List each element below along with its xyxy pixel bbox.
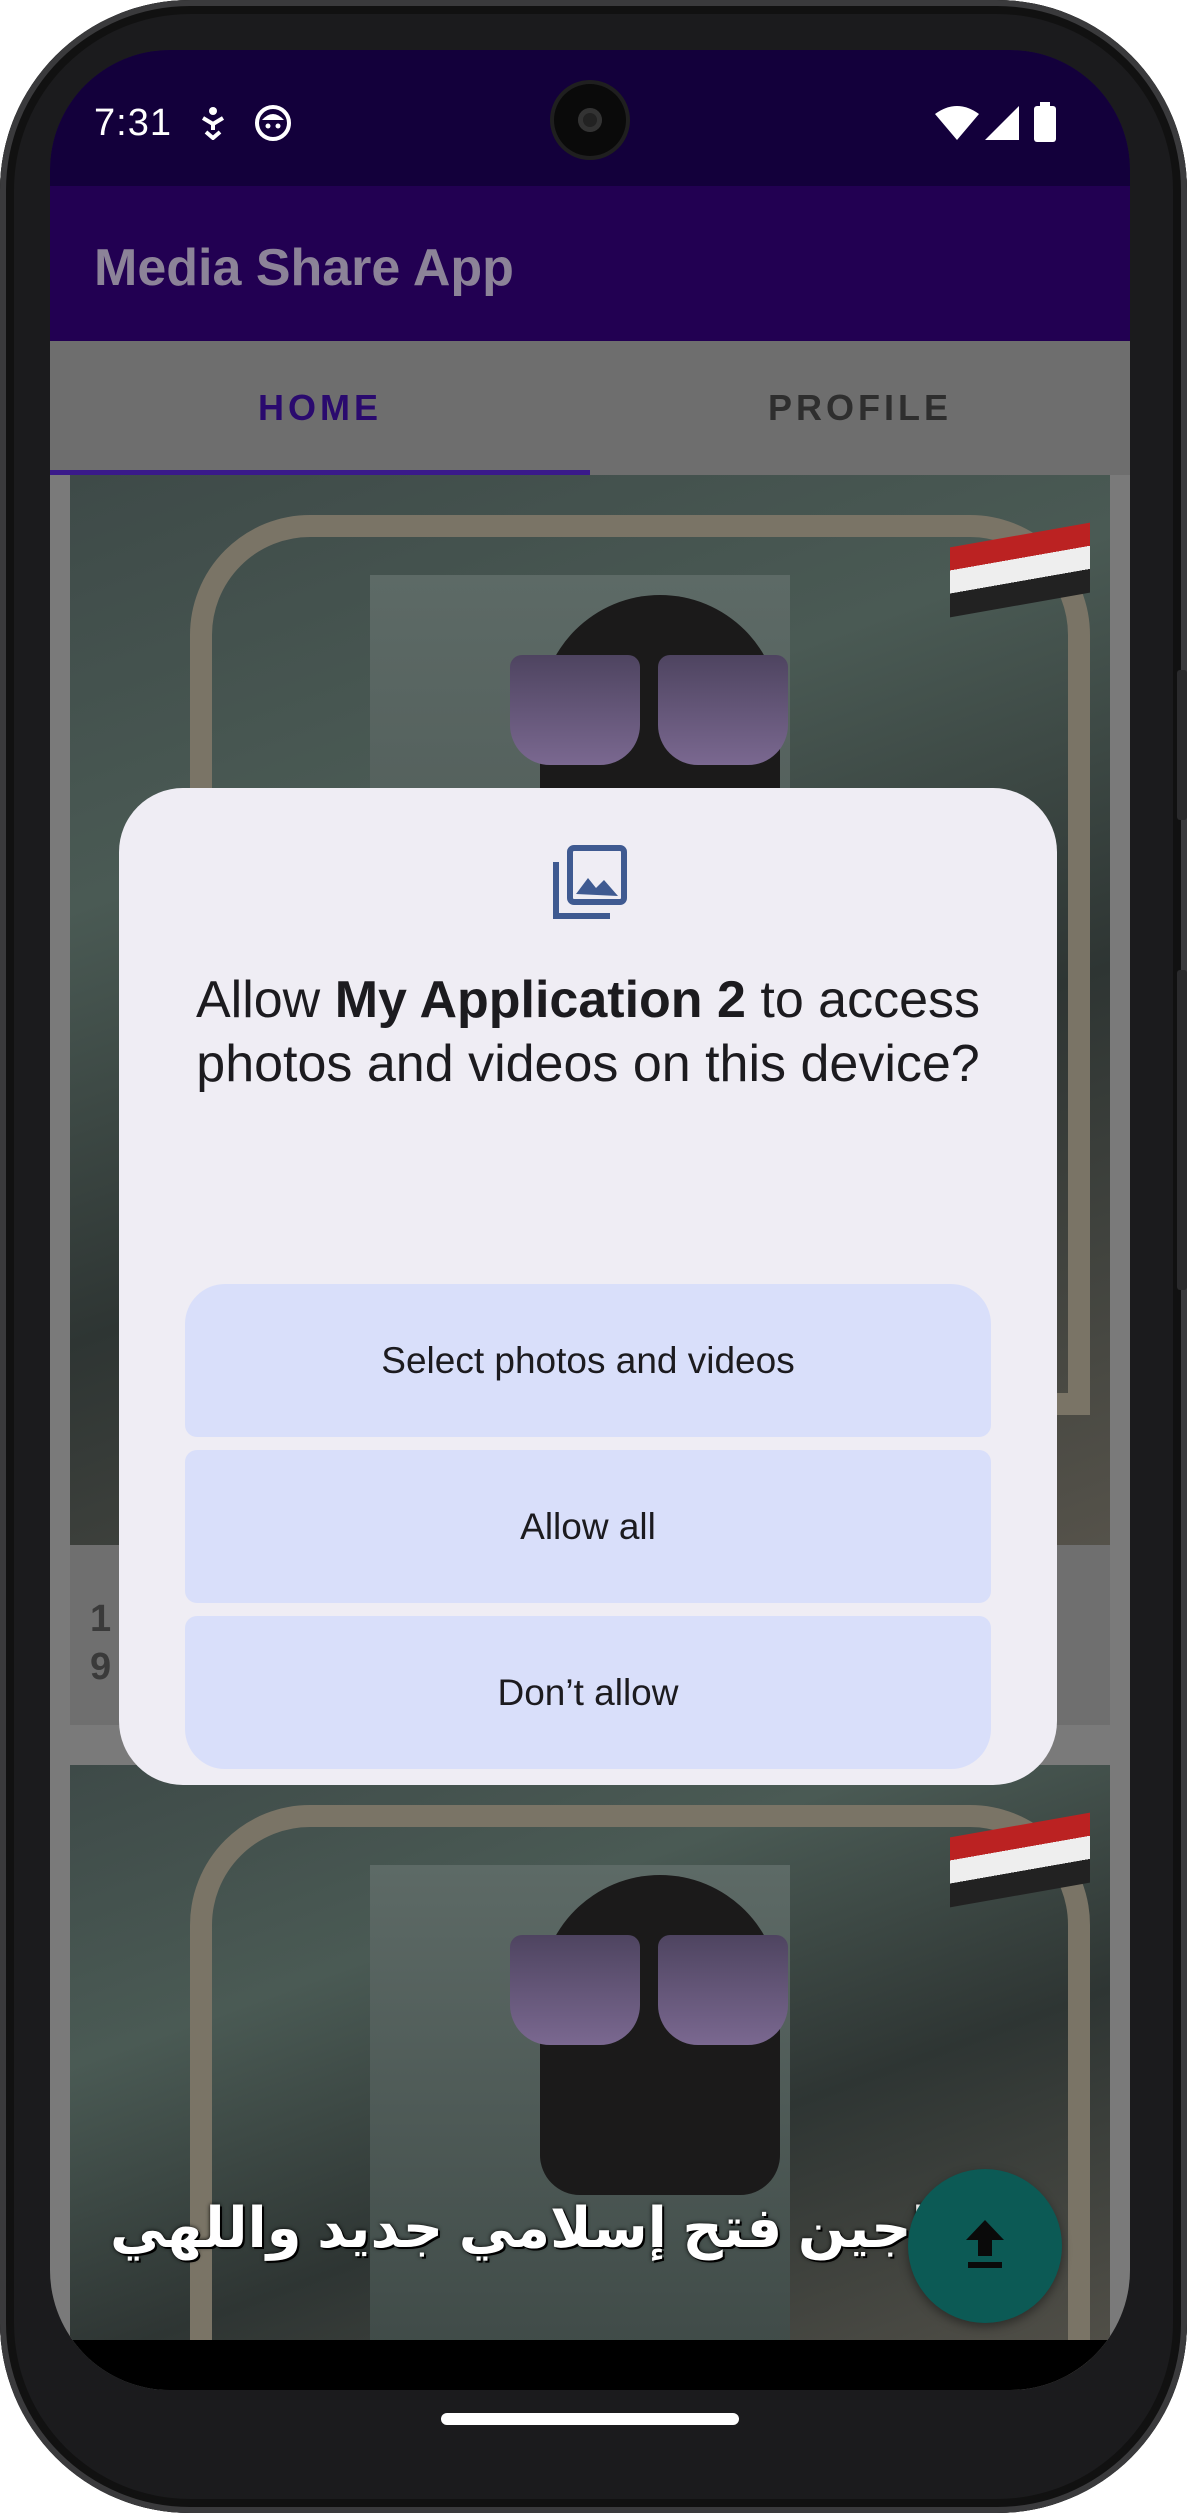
- allow-all-button[interactable]: Allow all: [185, 1450, 991, 1603]
- gesture-handle[interactable]: [441, 2413, 739, 2425]
- dialog-title-prefix: Allow: [195, 971, 335, 1029]
- upload-fab[interactable]: [908, 2169, 1062, 2323]
- photo-library-icon: [552, 844, 628, 920]
- dont-allow-button[interactable]: Don’t allow: [185, 1616, 991, 1769]
- navigation-bar: [50, 2340, 1130, 2390]
- dialog-title: Allow My Application 2 to access photos …: [159, 968, 1017, 1096]
- screen: 7:31 Media Share App HOME PROFILE 1 9 إس…: [50, 50, 1130, 2390]
- dialog-title-app: My Application 2: [334, 971, 746, 1029]
- power-button: [1177, 970, 1187, 1290]
- select-photos-button[interactable]: Select photos and videos: [185, 1284, 991, 1437]
- volume-button: [1177, 670, 1187, 820]
- permission-dialog: Allow My Application 2 to access photos …: [119, 788, 1057, 1785]
- phone-frame: 7:31 Media Share App HOME PROFILE 1 9 إس…: [0, 0, 1187, 2513]
- upload-icon: [962, 2218, 1008, 2275]
